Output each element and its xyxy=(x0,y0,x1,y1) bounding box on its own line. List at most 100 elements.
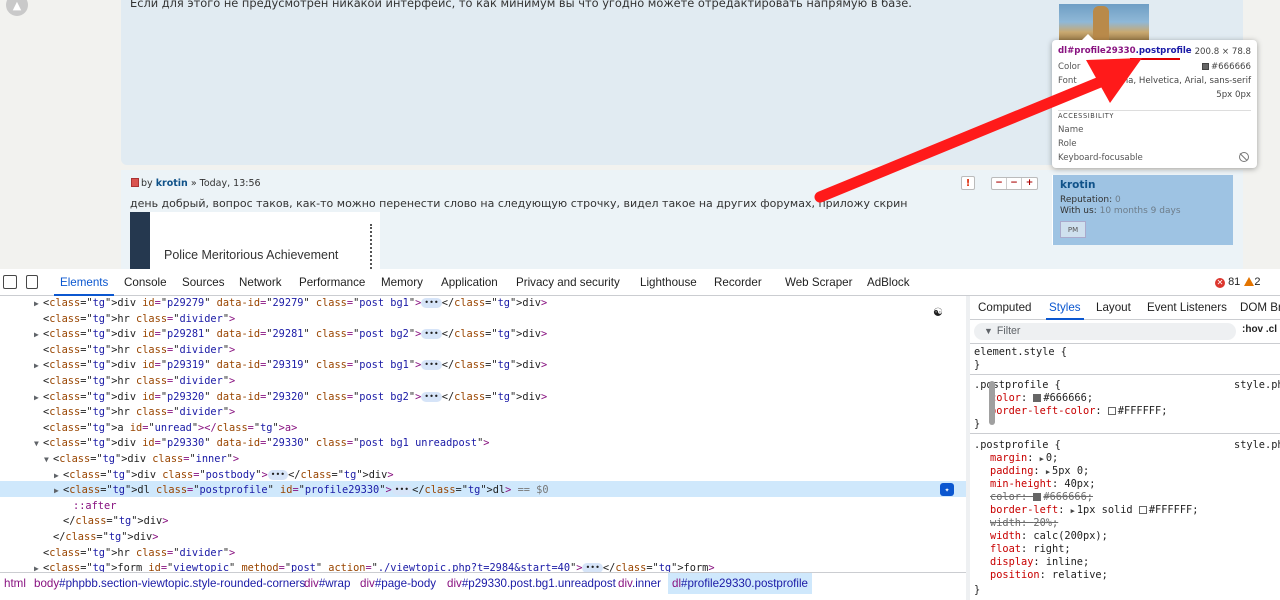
post-file-icon[interactable] xyxy=(131,178,139,187)
tab-web-scraper[interactable]: Web Scraper xyxy=(785,269,852,296)
css-property[interactable]: border-left: ▶ 1px solid #FFFFFF; xyxy=(990,504,1198,517)
issues-counter[interactable]: ✕ 81 2 xyxy=(1215,276,1260,288)
dom-node-line[interactable]: <class="tg">hr class="divider"> xyxy=(34,546,235,561)
css-property[interactable]: margin: ▶ 0; xyxy=(990,452,1058,465)
post-author-link[interactable]: krotin xyxy=(156,178,188,189)
tab-recorder[interactable]: Recorder xyxy=(714,269,762,296)
css-property[interactable]: width: calc(200px); xyxy=(990,530,1108,543)
tab-lighthouse[interactable]: Lighthouse xyxy=(640,269,697,296)
hov-cls-toggle[interactable]: :hov .cl xyxy=(1242,324,1277,335)
css-property[interactable]: width: 20%; xyxy=(990,517,1058,530)
profile-username[interactable]: krotin xyxy=(1060,179,1095,191)
pm-button[interactable]: PM xyxy=(1060,221,1086,238)
rule-close: } xyxy=(974,584,981,596)
dom-node-line[interactable]: <class="tg">hr class="divider"> xyxy=(34,312,235,327)
dom-node-line[interactable]: <class="tg">hr class="divider"> xyxy=(34,405,235,420)
image-caption: Police Meritorious Achievement xyxy=(164,248,339,262)
tab-memory[interactable]: Memory xyxy=(381,269,423,296)
a11y-keyboard-label: Keyboard-focusable xyxy=(1058,153,1143,163)
post-profile-highlighted: krotin Reputation: 0 With us: 10 months … xyxy=(1052,175,1233,245)
dom-node-line[interactable]: ▶ <class="tg">form id="viewtopic" method=… xyxy=(34,561,715,572)
rule2-source-link[interactable]: style.php xyxy=(1234,439,1280,452)
tab-computed[interactable]: Computed xyxy=(978,296,1032,320)
css-property[interactable]: float: right; xyxy=(990,543,1071,556)
rule1-selector[interactable]: .postprofile { style.php xyxy=(974,379,1280,392)
tab-styles[interactable]: Styles xyxy=(1046,296,1084,320)
element-style-selector[interactable]: element.style { xyxy=(974,346,1067,359)
post-button-2[interactable]: − xyxy=(1007,178,1022,189)
with-us-label: With us: xyxy=(1060,206,1097,216)
css-property[interactable]: padding: ▶ 5px 0; xyxy=(990,465,1089,478)
rule2-selector[interactable]: .postprofile { style.php xyxy=(974,439,1280,452)
tab-sources[interactable]: Sources xyxy=(182,269,225,296)
css-property[interactable]: min-height: 40px; xyxy=(990,478,1095,491)
a11y-name-label: Name xyxy=(1058,125,1084,135)
dom-node-line[interactable]: ▶ <class="tg">div id="p29320" data-id="29… xyxy=(34,390,547,405)
tab-privacy-security[interactable]: Privacy and security xyxy=(516,269,620,296)
styles-scrollbar[interactable] xyxy=(989,381,995,425)
dom-breadcrumbs: html body#phpbb.section-viewtopic.style-r… xyxy=(0,572,966,594)
rule1-source-link[interactable]: style.php xyxy=(1234,379,1280,392)
inspect-tooltip: dl#profile29330.postprofile 200.8 × 78.8… xyxy=(1052,34,1257,168)
breadcrumb-item[interactable]: div#wrap xyxy=(300,573,354,594)
dom-node-line[interactable]: <class="tg">a id="unread"></class="tg">a… xyxy=(34,421,297,436)
with-us-value: 10 months 9 days xyxy=(1099,206,1181,216)
padding-value: 5px 0px xyxy=(1216,90,1251,100)
css-property[interactable]: display: inline; xyxy=(990,556,1089,569)
rule-separator xyxy=(970,374,1280,375)
a11y-role-label: Role xyxy=(1058,139,1077,149)
ai-assist-icon[interactable]: ✦ xyxy=(940,483,954,496)
dom-node-line[interactable]: ▼ <class="tg">div class="inner"> xyxy=(44,452,239,467)
dom-node-line[interactable]: ▶ <class="tg">div class="postbody"> ••• </c… xyxy=(54,468,394,483)
tab-elements[interactable]: Elements xyxy=(53,269,115,296)
tab-event-listeners[interactable]: Event Listeners xyxy=(1147,296,1227,320)
devtools-tab-bar: Elements Console Sources Network Perform… xyxy=(0,269,1280,296)
error-icon: ✕ xyxy=(1215,278,1225,288)
tab-layout[interactable]: Layout xyxy=(1096,296,1131,320)
dom-node-line[interactable]: ▶ <class="tg">div id="p29281" data-id="29… xyxy=(34,327,547,342)
dom-node-line[interactable]: </class="tg">div> xyxy=(44,530,158,545)
dom-node-line[interactable]: </class="tg">div> xyxy=(54,514,168,529)
breadcrumb-item[interactable]: div#page-body xyxy=(356,573,440,594)
tab-network[interactable]: Network xyxy=(239,269,282,296)
breadcrumb-item[interactable]: body#phpbb.section-viewtopic.style-round… xyxy=(30,573,309,594)
dom-node-line[interactable]: ▶ <class="tg">dl class="postprofile" id="… xyxy=(54,483,549,498)
tab-adblock[interactable]: AdBlock xyxy=(867,269,910,296)
css-property[interactable]: position: relative; xyxy=(990,569,1108,582)
reputation-label: Reputation: xyxy=(1060,195,1113,205)
post-button-1[interactable]: − xyxy=(992,178,1007,189)
report-post-button[interactable]: ! xyxy=(961,176,975,190)
css-property[interactable]: color: #666666; xyxy=(990,392,1093,405)
dom-node-line[interactable]: <class="tg">hr class="divider"> xyxy=(34,343,235,358)
tab-performance[interactable]: Performance xyxy=(299,269,365,296)
breadcrumb-item[interactable]: div.inner xyxy=(614,573,665,594)
styles-filter-input[interactable]: ▼ Filter xyxy=(974,323,1236,340)
post-attached-image[interactable]: Police Meritorious Achievement xyxy=(130,212,380,269)
elements-dom-tree[interactable]: ▶ <class="tg">div id="p29279" data-id="29… xyxy=(0,296,966,572)
post-button-3[interactable]: + xyxy=(1022,178,1037,189)
dom-node-line[interactable]: <class="tg">hr class="divider"> xyxy=(34,374,235,389)
device-toolbar-icon[interactable] xyxy=(26,275,38,289)
dom-node-line[interactable]: ▼ <class="tg">div id="p29330" data-id="29… xyxy=(34,436,489,451)
user-avatar xyxy=(1059,4,1149,44)
css-property[interactable]: color: #666666; xyxy=(990,491,1093,504)
tab-application[interactable]: Application xyxy=(441,269,498,296)
breadcrumb-item[interactable]: div#p29330.post.bg1.unreadpost xyxy=(443,573,620,594)
color-label: Color xyxy=(1058,62,1081,72)
dom-node-line[interactable]: ::after xyxy=(64,499,116,514)
dom-node-line[interactable]: ▶ <class="tg">div id="p29279" data-id="29… xyxy=(34,296,547,311)
inspect-element-icon[interactable] xyxy=(3,275,17,289)
reputation-value: 0 xyxy=(1115,195,1121,205)
css-property[interactable]: border-left-color: #FFFFFF; xyxy=(990,405,1167,418)
warning-count: 2 xyxy=(1254,276,1261,288)
scroll-up-icon[interactable]: ▲ xyxy=(6,0,28,16)
post-header: by krotin » Today, 13:56 xyxy=(131,178,261,189)
accessibility-tree-icon[interactable]: ☯ xyxy=(930,304,946,320)
dom-node-line[interactable]: ▶ <class="tg">div id="p29319" data-id="29… xyxy=(34,358,547,373)
not-focusable-icon xyxy=(1239,152,1249,162)
font-value: ana, Helvetica, Arial, sans-serif xyxy=(1117,76,1251,86)
breadcrumb-item[interactable]: dl#profile29330.postprofile xyxy=(668,573,813,594)
breadcrumb-item[interactable]: html xyxy=(0,573,30,594)
tab-dom-breakpoints[interactable]: DOM Br xyxy=(1240,296,1280,320)
tab-console[interactable]: Console xyxy=(124,269,167,296)
